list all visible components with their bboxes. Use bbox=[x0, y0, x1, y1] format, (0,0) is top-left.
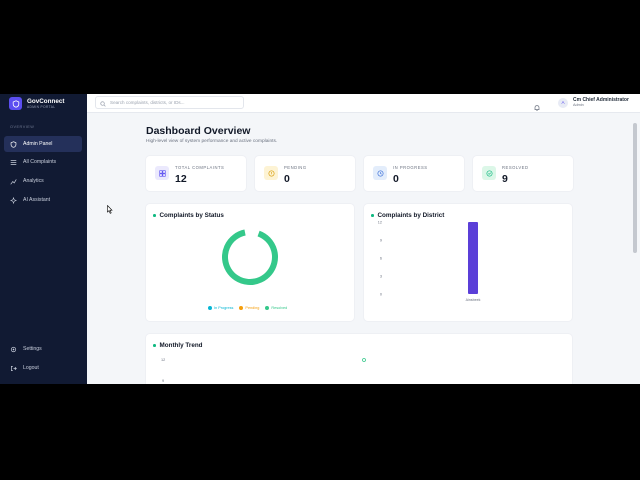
sidebar-item-label: Settings bbox=[23, 346, 42, 352]
bell-icon[interactable] bbox=[533, 99, 541, 111]
trend-point bbox=[362, 358, 366, 362]
sparkle-icon bbox=[10, 196, 17, 204]
district-bar-chart: 0 3 6 9 12 Ainsbeek bbox=[378, 220, 481, 302]
stat-label: TOTAL COMPLAINTS bbox=[175, 165, 225, 170]
legend-item-resolved[interactable]: Resolved bbox=[265, 306, 287, 310]
panel-dot-icon bbox=[153, 214, 156, 217]
check-circle-icon bbox=[482, 166, 496, 180]
grid-icon bbox=[155, 166, 169, 180]
district-panel: Complaints by District 0 3 6 9 12 Ainsbeek bbox=[364, 204, 572, 321]
bar-ytick-label: 6 bbox=[380, 256, 382, 260]
legend-swatch-icon bbox=[208, 306, 212, 310]
panel-dot-icon bbox=[371, 214, 374, 217]
bar-ainsbeek[interactable] bbox=[468, 222, 478, 294]
main-content: Dashboard Overview High-level view of sy… bbox=[87, 113, 630, 384]
bar-ytick-label: 3 bbox=[380, 274, 382, 278]
user-menu[interactable]: A Cm Chief Administrator Admin bbox=[558, 97, 629, 108]
status-legend: In Progress Pending Resolved bbox=[208, 306, 287, 310]
stat-label: IN PROGRESS bbox=[393, 165, 428, 170]
stat-card-in-progress[interactable]: IN PROGRESS 0 bbox=[364, 156, 464, 191]
bar-xtick-label: Ainsbeek bbox=[466, 298, 481, 302]
legend-swatch-icon bbox=[265, 306, 270, 310]
trend-line-chart bbox=[362, 358, 366, 362]
legend-swatch-icon bbox=[239, 306, 244, 310]
brand-logo-icon bbox=[9, 97, 22, 110]
brand-subtitle: ADMIN PORTAL bbox=[27, 105, 56, 109]
avatar: A bbox=[558, 97, 568, 108]
stat-card-total[interactable]: TOTAL COMPLAINTS 12 bbox=[146, 156, 246, 191]
brand[interactable]: GovConnect ADMIN PORTAL bbox=[9, 97, 64, 110]
sidebar-item-label: AI Assistant bbox=[23, 197, 51, 203]
mouse-cursor-icon bbox=[107, 205, 113, 214]
user-role: Admin bbox=[573, 103, 584, 107]
sidebar-item-admin-panel[interactable]: Admin Panel bbox=[4, 136, 82, 152]
legend-item-in-progress[interactable]: In Progress bbox=[208, 306, 233, 310]
sidebar-item-label: Admin Panel bbox=[23, 141, 53, 147]
stat-value: 12 bbox=[175, 173, 187, 185]
search-box[interactable] bbox=[95, 96, 244, 109]
stat-value: 9 bbox=[502, 173, 508, 185]
trend-panel: Monthly Trend 12 9 bbox=[146, 334, 572, 384]
page-subtitle: High-level view of system performance an… bbox=[146, 139, 278, 144]
shield-icon bbox=[10, 140, 17, 148]
stat-label: RESOLVED bbox=[502, 165, 529, 170]
stat-card-resolved[interactable]: RESOLVED 9 bbox=[473, 156, 573, 191]
status-donut-chart bbox=[222, 229, 278, 285]
page-title: Dashboard Overview bbox=[146, 125, 251, 137]
sidebar: GovConnect ADMIN PORTAL OVERVIEW Admin P… bbox=[0, 94, 87, 384]
legend-item-pending[interactable]: Pending bbox=[239, 306, 259, 310]
bar-ytick-label: 12 bbox=[378, 220, 382, 224]
brand-name: GovConnect bbox=[27, 98, 65, 105]
sidebar-item-logout[interactable]: Logout bbox=[4, 360, 82, 376]
stat-label: PENDING bbox=[284, 165, 307, 170]
nav-section-label: OVERVIEW bbox=[10, 125, 35, 129]
sidebar-item-label: Analytics bbox=[23, 178, 44, 184]
legend-label: In Progress bbox=[214, 306, 234, 310]
donut-slice-resolved[interactable] bbox=[222, 229, 278, 285]
status-panel: Complaints by Status In Progress Pending… bbox=[146, 204, 354, 321]
chart-icon bbox=[10, 178, 17, 185]
gear-icon bbox=[10, 346, 17, 353]
sidebar-item-settings[interactable]: Settings bbox=[4, 341, 82, 357]
sidebar-item-ai-assistant[interactable]: AI Assistant bbox=[4, 192, 82, 208]
legend-label: Resolved bbox=[271, 306, 288, 310]
sidebar-item-analytics[interactable]: Analytics bbox=[4, 173, 82, 189]
alert-circle-icon bbox=[264, 166, 278, 180]
legend-label: Pending bbox=[245, 306, 260, 310]
bar-ytick-label: 9 bbox=[380, 238, 382, 242]
sidebar-item-all-complaints[interactable]: All Complaints bbox=[4, 154, 82, 170]
app-window: GovConnect ADMIN PORTAL OVERVIEW Admin P… bbox=[0, 94, 640, 384]
stat-value: 0 bbox=[393, 173, 399, 185]
logout-icon bbox=[10, 365, 17, 372]
sidebar-item-label: Logout bbox=[23, 365, 39, 371]
topbar: A Cm Chief Administrator Admin bbox=[87, 94, 640, 113]
search-input[interactable] bbox=[110, 100, 240, 105]
stat-value: 0 bbox=[284, 173, 290, 185]
scrollbar[interactable] bbox=[630, 113, 640, 384]
search-icon bbox=[100, 94, 106, 112]
list-icon bbox=[10, 159, 17, 166]
bar-ytick-label: 0 bbox=[380, 292, 382, 296]
clock-icon bbox=[373, 166, 387, 180]
stat-card-pending[interactable]: PENDING 0 bbox=[255, 156, 355, 191]
sidebar-item-label: All Complaints bbox=[23, 159, 57, 165]
scrollbar-thumb[interactable] bbox=[633, 123, 637, 253]
